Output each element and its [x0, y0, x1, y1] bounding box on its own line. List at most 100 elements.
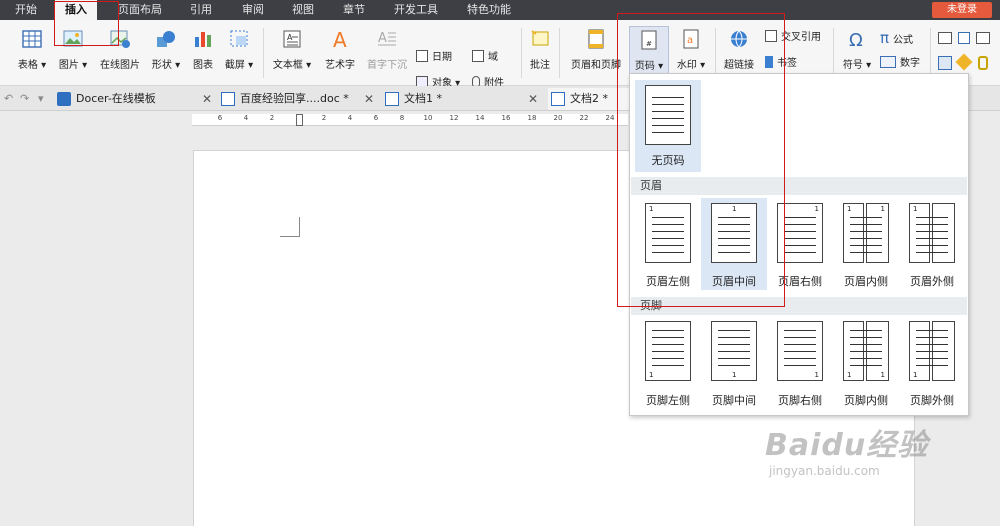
header-footer-icon — [588, 29, 604, 49]
textbox-icon: A — [283, 30, 301, 48]
svg-text:Ω: Ω — [849, 30, 863, 50]
ruler-tick: 12 — [449, 114, 459, 122]
option-label: 页脚外侧 — [910, 394, 954, 407]
menu-review[interactable]: 审阅 — [232, 0, 274, 20]
date-button[interactable]: 日期 — [416, 50, 452, 66]
tab-docer-templates[interactable]: Docer-在线模板 ✕ — [54, 88, 216, 110]
comment-button[interactable]: 批注 — [525, 28, 555, 71]
watermark-main: Baidu经验 — [765, 428, 929, 463]
menu-section[interactable]: 章节 — [333, 0, 375, 20]
thumbnail: 1 — [777, 321, 823, 381]
ruler-tick: 10 — [423, 114, 433, 122]
option-header-inside[interactable]: 1 1 页眉内侧 — [833, 198, 899, 290]
menu-view[interactable]: 视图 — [282, 0, 324, 20]
option-footer-right[interactable]: 1 页脚右侧 — [767, 318, 833, 410]
date-label: 日期 — [432, 52, 452, 63]
separator — [833, 28, 834, 78]
picture-label: 图片 ▾ — [58, 60, 88, 71]
ruler-tick: 18 — [527, 114, 537, 122]
thumbnail: 1 — [909, 203, 955, 263]
menu-references[interactable]: 引用 — [180, 0, 222, 20]
textbox-label: 文本框 ▾ — [272, 60, 312, 71]
margin-corner-mark — [280, 217, 300, 237]
text-field-icon[interactable] — [938, 56, 952, 70]
ruler-tick: 8 — [399, 114, 405, 122]
pi-icon: π — [880, 29, 890, 47]
page-number-mark: 1 — [913, 205, 918, 213]
close-icon[interactable]: ✕ — [364, 88, 374, 110]
login-button[interactable]: 未登录 — [932, 2, 992, 18]
formula-label: 公式 — [893, 35, 914, 46]
chevron-down-icon[interactable]: ▾ — [38, 92, 44, 105]
undo-icon[interactable]: ↶ — [4, 92, 13, 105]
number-label: 数字 — [900, 58, 920, 69]
option-footer-left[interactable]: 1 页脚左侧 — [635, 318, 701, 410]
option-label: 页脚中间 — [712, 394, 756, 407]
symbol-label: 符号 ▾ — [842, 60, 872, 71]
online-picture-label: 在线图片 — [100, 60, 140, 71]
option-footer-center[interactable]: 1 页脚中间 — [701, 318, 767, 410]
textbox-button[interactable]: A 文本框 ▾ — [270, 28, 314, 71]
ruler-tick: 20 — [553, 114, 563, 122]
horizontal-ruler[interactable]: 6 4 2 2 4 6 8 10 12 14 16 18 20 22 24 — [192, 114, 628, 126]
option-header-outside[interactable]: 1 页眉外侧 — [899, 198, 965, 290]
shape-button[interactable]: 形状 ▾ — [148, 28, 184, 71]
thumbnail: 1 1 — [843, 321, 889, 381]
comment-icon — [531, 30, 549, 46]
ruler-tick: 22 — [579, 114, 589, 122]
option-label: 页脚左侧 — [646, 394, 690, 407]
watermark-sub: jingyan.baidu.com — [769, 464, 880, 478]
screenshot-button[interactable]: 截屏 ▾ — [221, 28, 257, 71]
calendar-icon — [416, 50, 428, 62]
screenshot-icon — [230, 30, 248, 47]
field-button[interactable]: 域 — [472, 50, 498, 66]
page-number-mark: 1 — [880, 205, 885, 213]
separator — [263, 28, 264, 78]
table-icon — [22, 30, 42, 48]
dropcap-label: 首字下沉 — [367, 60, 407, 71]
tab-baidu-doc[interactable]: 百度经验回享....doc * ✕ — [218, 88, 378, 110]
ruler-tick: 14 — [475, 114, 485, 122]
highlight-insert-tab — [54, 1, 119, 46]
shape-icon — [157, 31, 175, 47]
cross-ref-label: 交叉引用 — [781, 32, 821, 43]
chart-button[interactable]: 图表 — [188, 28, 218, 71]
option-label: 页眉外侧 — [910, 275, 954, 288]
option-footer-outside[interactable]: 1 页脚外侧 — [899, 318, 965, 410]
thumbnail: 1 1 — [843, 203, 889, 263]
menu-special[interactable]: 特色功能 — [457, 0, 521, 20]
wordart-button[interactable]: A 艺术字 — [320, 28, 360, 71]
tag-icon[interactable] — [955, 53, 973, 71]
redo-icon[interactable]: ↷ — [20, 92, 29, 105]
svg-text:A: A — [333, 28, 347, 50]
tab-label: Docer-在线模板 — [76, 92, 156, 105]
menu-developer[interactable]: 开发工具 — [384, 0, 448, 20]
ruler-tick: 4 — [243, 114, 249, 122]
doc-icon — [221, 92, 235, 106]
separator — [559, 28, 560, 78]
close-icon[interactable]: ✕ — [202, 88, 212, 110]
symbol-button[interactable]: Ω 符号 ▾ — [838, 28, 876, 71]
tab-document1[interactable]: 文档1 * ✕ — [382, 88, 542, 110]
chart-label: 图表 — [193, 60, 213, 71]
thumbnail: 1 — [909, 321, 955, 381]
menu-start[interactable]: 开始 — [5, 0, 47, 20]
menu-bar: 开始 插入 页面布局 引用 审阅 视图 章节 开发工具 特色功能 未登录 — [0, 0, 1000, 20]
doc-icon — [385, 92, 399, 106]
tab-label: 百度经验回享....doc * — [240, 92, 349, 105]
close-icon[interactable]: ✕ — [528, 88, 538, 110]
number-button[interactable]: 数字 — [880, 56, 920, 72]
combo-box-icon[interactable] — [976, 32, 990, 44]
ruler-tick: 6 — [217, 114, 223, 122]
formula-button[interactable]: π 公式 — [880, 30, 913, 46]
page-number-mark: 1 — [847, 205, 852, 213]
form-field-icon[interactable] — [938, 32, 952, 44]
svg-text:A: A — [378, 31, 387, 46]
page-number-mark: 1 — [913, 371, 918, 379]
option-footer-inside[interactable]: 1 1 页脚内侧 — [833, 318, 899, 410]
indent-marker[interactable] — [296, 114, 303, 126]
table-button[interactable]: 表格 ▾ — [14, 28, 50, 71]
lock-icon[interactable] — [978, 56, 988, 70]
checkbox-icon[interactable] — [958, 32, 970, 44]
dropcap-button[interactable]: A 首字下沉 — [364, 28, 410, 71]
